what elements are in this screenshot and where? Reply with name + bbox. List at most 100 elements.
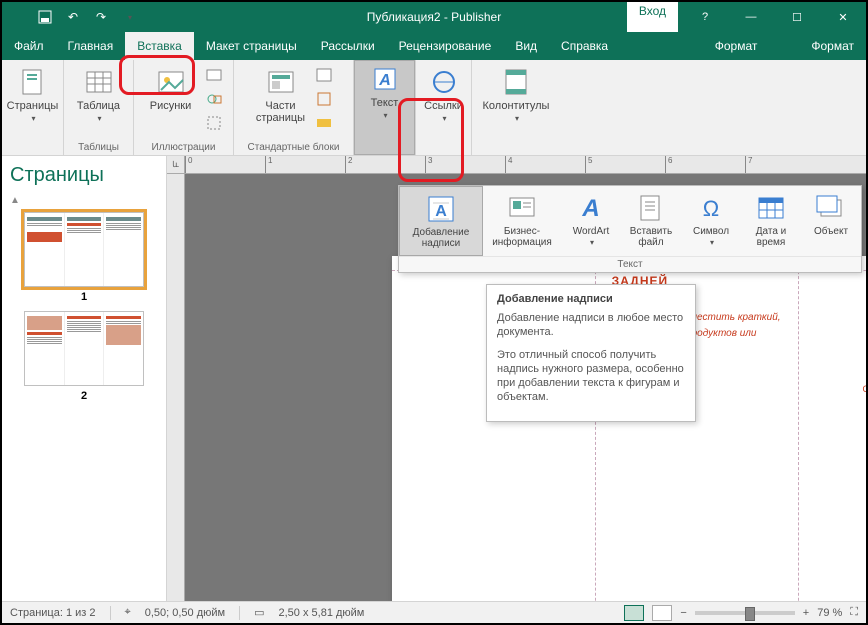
addr-line: Основной адрес организации xyxy=(815,383,866,396)
wordart-button[interactable]: A WordArt xyxy=(561,186,621,256)
zoom-percent[interactable]: 79 % xyxy=(817,607,842,619)
separator xyxy=(110,606,111,620)
symbol-button[interactable]: Ω Символ xyxy=(681,186,741,256)
chevron-down-icon xyxy=(381,109,387,121)
undo-icon[interactable]: ↶ xyxy=(60,4,86,30)
object-icon xyxy=(815,192,847,224)
text-gallery-popup: A Добавление надписи Бизнес- информация … xyxy=(398,185,862,273)
help-icon[interactable]: ? xyxy=(682,2,728,32)
date-time-button[interactable]: Дата и время xyxy=(741,186,801,256)
tooltip-p2: Это отличный способ получить надпись нуж… xyxy=(497,348,685,405)
text-icon: A xyxy=(369,63,401,95)
tab-mailings[interactable]: Рассылки xyxy=(309,32,387,60)
thumbnail-image xyxy=(24,212,144,287)
fit-page-icon[interactable]: ⛶ xyxy=(850,606,858,619)
two-page-view-button[interactable] xyxy=(652,605,672,621)
links-button[interactable]: Ссылки xyxy=(416,64,472,126)
object-button[interactable]: Объект xyxy=(801,186,861,256)
calendars-button[interactable] xyxy=(313,64,335,86)
ribbon-group-blocks: Части страницы Стандартные блоки xyxy=(234,60,354,155)
text-gallery-button[interactable]: A Текст xyxy=(354,60,415,155)
thumbnail-label: 1 xyxy=(24,291,144,303)
svg-text:A: A xyxy=(435,203,447,220)
date-time-label: Дата и время xyxy=(756,226,787,248)
business-info-label: Бизнес- информация xyxy=(492,226,552,248)
ribbon-group-tables-label: Таблицы xyxy=(78,140,119,155)
page-thumbnail-2[interactable]: 2 xyxy=(24,311,144,402)
business-info-block[interactable]: Название организации Основной адрес орга… xyxy=(815,364,866,491)
org-name: Название организации xyxy=(815,364,866,377)
object-label: Объект xyxy=(814,226,848,237)
window-title: Публикация2 - Publisher xyxy=(367,10,501,24)
business-info-button[interactable]: Бизнес- информация xyxy=(483,186,561,256)
tab-format-drawing[interactable]: Формат xyxy=(703,32,770,60)
symbol-icon: Ω xyxy=(695,192,727,224)
page-parts-button[interactable]: Части страницы xyxy=(253,64,309,126)
tab-review[interactable]: Рецензирование xyxy=(387,32,504,60)
pictures-icon xyxy=(155,66,187,98)
tab-layout[interactable]: Макет страницы xyxy=(194,32,309,60)
borders-button[interactable] xyxy=(313,88,335,110)
draw-text-box-button[interactable]: A Добавление надписи xyxy=(399,186,483,256)
single-page-view-button[interactable] xyxy=(624,605,644,621)
pointer-position-icon: ⌖ xyxy=(125,606,131,619)
text-box-icon: A xyxy=(425,193,457,225)
tooltip-p1: Добавление надписи в любое место докумен… xyxy=(497,311,685,340)
header-footer-button[interactable]: Колонтитулы xyxy=(476,64,556,126)
draw-text-box-label: Добавление надписи xyxy=(413,227,470,249)
links-label: Ссылки xyxy=(424,100,463,112)
zoom-slider[interactable] xyxy=(695,611,795,615)
email-label: Электронная почта: xyxy=(815,466,866,479)
ribbon-group-illustrations: Рисунки Иллюстрации xyxy=(134,60,234,155)
window-controls: Вход ? — ☐ ✕ xyxy=(627,2,866,32)
vertical-ruler[interactable] xyxy=(167,174,185,601)
svg-text:Ω: Ω xyxy=(703,196,719,221)
chevron-down-icon xyxy=(708,237,714,248)
save-icon[interactable] xyxy=(32,4,58,30)
svg-text:A: A xyxy=(581,195,599,222)
tab-view[interactable]: Вид xyxy=(503,32,549,60)
login-button[interactable]: Вход xyxy=(627,2,678,32)
pictures-button[interactable]: Рисунки xyxy=(143,64,199,114)
table-button[interactable]: Таблица xyxy=(71,64,127,126)
horizontal-ruler[interactable]: 0 1 2 3 4 5 6 7 xyxy=(185,156,866,174)
tab-home[interactable]: Главная xyxy=(56,32,126,60)
symbol-label: Символ xyxy=(693,226,729,237)
minimize-icon[interactable]: — xyxy=(728,2,774,32)
page-navigation-pane: Страницы ▲ 1 2 xyxy=(2,156,167,601)
maximize-icon[interactable]: ☐ xyxy=(774,2,820,32)
thumbnail-image xyxy=(24,311,144,386)
ribbon-group-headerfooter: Колонтитулы xyxy=(472,60,560,155)
link-icon xyxy=(428,66,460,98)
online-pictures-button[interactable] xyxy=(203,64,225,86)
page-parts-icon xyxy=(265,66,297,98)
object-size-icon: ▭ xyxy=(254,606,264,619)
tab-format-textbox[interactable]: Формат xyxy=(799,32,866,60)
tab-file[interactable]: Файл xyxy=(2,32,56,60)
picture-placeholder-button[interactable] xyxy=(203,112,225,134)
shapes-button[interactable] xyxy=(203,88,225,110)
scroll-up-icon[interactable]: ▲ xyxy=(10,195,158,206)
insert-file-button[interactable]: Вставить файл xyxy=(621,186,681,256)
redo-icon[interactable]: ↷ xyxy=(88,4,114,30)
chevron-down-icon xyxy=(440,112,446,124)
ruler-corner[interactable]: և xyxy=(167,156,185,174)
zoom-out-button[interactable]: − xyxy=(680,607,686,619)
zoom-in-button[interactable]: + xyxy=(803,607,809,619)
advertisements-button[interactable] xyxy=(313,112,335,134)
ribbon: Страницы Таблица Таблицы Рисунки xyxy=(2,60,866,156)
tab-help[interactable]: Справка xyxy=(549,32,620,60)
status-right: − + 79 % ⛶ xyxy=(624,605,858,621)
close-icon[interactable]: ✕ xyxy=(820,2,866,32)
qat-customize-icon[interactable] xyxy=(116,4,142,30)
status-size: 2,50 x 5,81 дюйм xyxy=(279,607,365,619)
wordart-icon: A xyxy=(575,192,607,224)
status-page[interactable]: Страница: 1 из 2 xyxy=(10,607,96,619)
pages-label: Страницы xyxy=(7,100,59,112)
page-thumbnail-1[interactable]: 1 xyxy=(24,212,144,303)
header-footer-label: Колонтитулы xyxy=(483,100,550,112)
tab-insert[interactable]: Вставка xyxy=(125,32,194,60)
pages-button[interactable]: Страницы xyxy=(5,64,61,126)
pictures-label: Рисунки xyxy=(150,100,192,112)
fax-line: Факс: 555-555-5555 xyxy=(815,454,866,467)
